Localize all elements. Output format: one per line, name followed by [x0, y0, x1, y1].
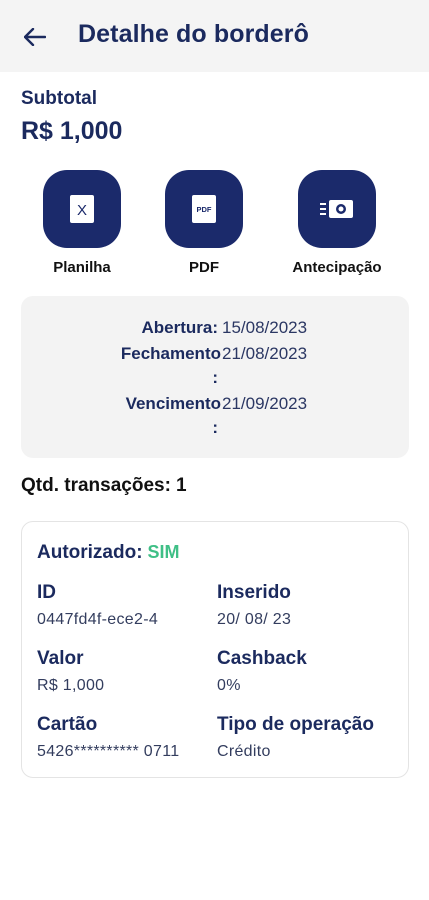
- vencimento-value: 21/09/2023: [222, 394, 308, 413]
- fechamento-row: Fechamento : 21/08/2023: [21, 342, 409, 390]
- pdf-label: PDF: [189, 259, 219, 276]
- abertura-label: Abertura:: [141, 318, 218, 337]
- subtotal-label: Subtotal: [21, 88, 97, 109]
- cashback-value: 0%: [217, 677, 241, 694]
- page-title: Detalhe do borderô: [78, 20, 309, 48]
- transactions-count-label: Qtd. transações:: [21, 475, 171, 496]
- planilha-label: Planilha: [53, 259, 111, 276]
- inserido-value: 20/ 08/ 23: [217, 611, 292, 628]
- tipo-operacao-label: Tipo de operação: [217, 714, 374, 735]
- autorizado-status-badge: SIM: [147, 542, 180, 562]
- fechamento-label: Fechamento: [120, 344, 221, 363]
- cash-icon: [298, 170, 376, 248]
- tipo-operacao-value: Crédito: [217, 743, 271, 760]
- cashback-label: Cashback: [217, 648, 307, 669]
- cartao-value: 5426********** 0711: [37, 743, 180, 760]
- app-bar: Detalhe do borderô: [0, 0, 429, 72]
- fechamento-value: 21/08/2023: [222, 344, 308, 363]
- dates-card: Abertura: 15/08/2023 Fechamento : 21/08/…: [21, 296, 409, 458]
- pdf-button[interactable]: PDF PDF: [149, 170, 259, 276]
- autorizado-row: Autorizado: SIM: [37, 542, 180, 564]
- autorizado-label: Autorizado:: [37, 542, 143, 563]
- vencimento-colon: :: [212, 418, 218, 437]
- abertura-row: Abertura: 15/08/2023: [21, 316, 409, 340]
- svg-text:X: X: [77, 202, 87, 219]
- cartao-label: Cartão: [37, 714, 98, 735]
- id-value: 0447fd4f-ece2-4: [37, 611, 159, 628]
- antecipacao-label: Antecipação: [292, 259, 382, 276]
- svg-text:PDF: PDF: [197, 205, 212, 214]
- transactions-count: Qtd. transações: 1: [21, 475, 187, 497]
- pdf-icon: PDF: [165, 170, 243, 248]
- vencimento-label: Vencimento: [125, 394, 221, 413]
- transactions-count-value: 1: [175, 475, 187, 496]
- subtotal-value: R$ 1,000: [21, 117, 123, 145]
- transaction-card[interactable]: Autorizado: SIM ID 0447fd4f-ece2-4 Inseri…: [21, 521, 409, 778]
- id-label: ID: [37, 582, 56, 603]
- antecipacao-button[interactable]: Antecipação: [282, 170, 392, 276]
- valor-value: R$ 1,000: [37, 677, 105, 694]
- spreadsheet-x-icon: X: [43, 170, 121, 248]
- inserido-label: Inserido: [217, 582, 291, 603]
- planilha-button[interactable]: X Planilha: [27, 170, 137, 276]
- back-arrow-icon[interactable]: [20, 22, 50, 52]
- fechamento-colon: :: [212, 368, 218, 387]
- vencimento-row: Vencimento : 21/09/2023: [21, 392, 409, 440]
- valor-label: Valor: [37, 648, 84, 669]
- abertura-value: 15/08/2023: [222, 318, 308, 337]
